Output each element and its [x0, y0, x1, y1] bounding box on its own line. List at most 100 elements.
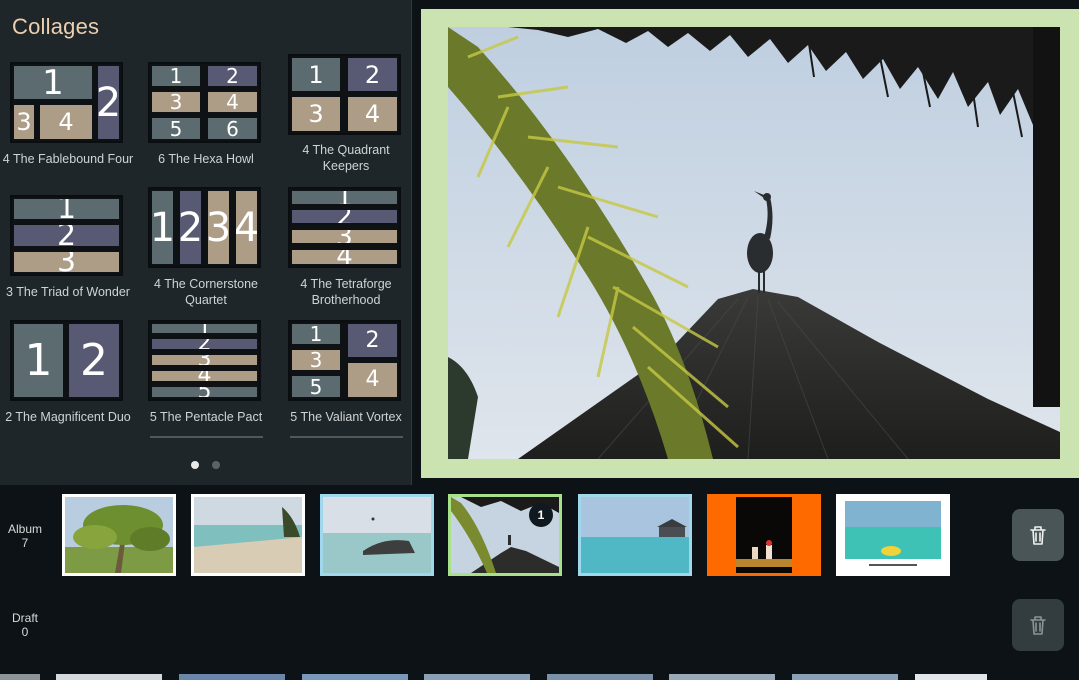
- rocky-shore-image: [323, 497, 431, 573]
- collage-cell: 1: [292, 324, 340, 344]
- collage-cell: 1: [152, 324, 257, 333]
- collage-cell: 5: [152, 387, 257, 397]
- album-strip-area: Album 7 1 Draft 0: [0, 486, 1079, 680]
- collage-cell: 1: [152, 66, 200, 86]
- collage-cell: 4: [236, 191, 257, 264]
- collage-label: 4 The Quadrant Keepers: [302, 143, 390, 173]
- bottom-strip-item[interactable]: [56, 674, 162, 680]
- collage-cell: 1: [14, 66, 92, 99]
- delete-album-photo-button[interactable]: [1012, 509, 1064, 561]
- collage-tile-pentacle-pact[interactable]: 1 2 3 4 5 5 The Pentacle Pact: [138, 320, 274, 446]
- kayak-image: [839, 497, 947, 573]
- album-photo-5[interactable]: [578, 494, 692, 576]
- collage-cell: 1: [292, 58, 340, 91]
- draft-count: 0: [21, 625, 29, 639]
- collage-label: 5 The Pentacle Pact: [149, 410, 263, 424]
- collage-cell: 5: [292, 376, 340, 397]
- album-row-label: Album 7: [0, 522, 50, 550]
- collage-thumbnail: 1 2: [10, 320, 123, 401]
- collage-tile-quadrant-keepers[interactable]: 1 2 3 4 4 The Quadrant Keepers: [278, 54, 414, 180]
- page-dot-1[interactable]: [191, 461, 199, 469]
- collage-cell: 4: [292, 250, 397, 264]
- collage-cell: 1: [292, 191, 397, 204]
- collage-cell: 3: [14, 105, 34, 139]
- collage-tile-triad-of-wonder[interactable]: 1 2 3 3 The Triad of Wonder: [0, 195, 136, 321]
- collage-cell: 3: [292, 230, 397, 243]
- preview-photo[interactable]: [448, 27, 1060, 459]
- page-dot-2[interactable]: [212, 461, 220, 469]
- album-photo-2[interactable]: [191, 494, 305, 576]
- bottom-strip-item[interactable]: [915, 674, 987, 680]
- collage-cell: 2: [152, 339, 257, 349]
- bottom-strip-item[interactable]: [792, 674, 898, 680]
- collage-cell: 2: [348, 58, 397, 91]
- collage-cell: 1: [14, 199, 119, 219]
- collage-cell: 6: [208, 118, 257, 139]
- app-root: Collages 1 2 3 4 4 The Fablebound Four 1…: [0, 0, 1079, 680]
- palm-tree-image: [65, 497, 173, 573]
- bottom-strip-item[interactable]: [669, 674, 775, 680]
- collages-panel: Collages 1 2 3 4 4 The Fablebound Four 1…: [0, 0, 412, 485]
- collage-thumbnail: 1 2 3 4: [288, 187, 401, 268]
- collage-cell: 1: [14, 324, 63, 397]
- water-villa-image: [581, 497, 689, 573]
- scroll-edge: [290, 436, 403, 438]
- heron-on-thatched-roof-image: [448, 27, 1060, 459]
- collage-label: 2 The Magnificent Duo: [5, 410, 131, 424]
- collage-cell: 3: [14, 252, 119, 272]
- collage-label: 4 The Tetraforge Brotherhood: [300, 277, 392, 307]
- collage-thumbnail: 1 2 3 4 5: [148, 320, 261, 401]
- collage-cell: 2: [348, 324, 397, 357]
- collage-cell: 2: [14, 225, 119, 246]
- bottom-strip-item[interactable]: [0, 674, 40, 680]
- collage-label: 6 The Hexa Howl: [158, 152, 254, 166]
- collage-label: 4 The Fablebound Four: [2, 152, 134, 166]
- collage-tile-cornerstone-quartet[interactable]: 1 2 3 4 4 The Cornerstone Quartet: [138, 187, 274, 313]
- collage-cell: 5: [152, 118, 200, 139]
- draft-label: Draft: [11, 611, 38, 625]
- collage-cell: 3: [152, 355, 257, 365]
- collage-cell: 2: [180, 191, 201, 264]
- album-photo-3[interactable]: [320, 494, 434, 576]
- collage-label: 5 The Valiant Vortex: [290, 410, 402, 424]
- bottom-strip-item[interactable]: [302, 674, 408, 680]
- album-photo-1[interactable]: [62, 494, 176, 576]
- collage-thumbnail: 1 2 3 4: [148, 187, 261, 268]
- collage-tile-magnificent-duo[interactable]: 1 2 2 The Magnificent Duo: [0, 320, 136, 446]
- collage-label: 3 The Triad of Wonder: [6, 285, 130, 299]
- collage-cell: 2: [292, 210, 397, 223]
- beach-image: [194, 497, 302, 573]
- collage-thumbnail: 1 2 3 4: [10, 62, 123, 143]
- collage-tile-hexa-howl[interactable]: 1 2 3 4 5 6 6 The Hexa Howl: [138, 62, 274, 188]
- collage-thumbnail: 1 2 3: [10, 195, 123, 276]
- bottom-strip-item[interactable]: [547, 674, 653, 680]
- bottom-strip-item[interactable]: [424, 674, 530, 680]
- collage-cell: 4: [208, 92, 257, 112]
- album-photo-6[interactable]: [707, 494, 821, 576]
- collage-cell: 1: [152, 191, 173, 264]
- draft-row-label: Draft 0: [0, 611, 50, 639]
- collage-cell: 2: [208, 66, 257, 86]
- album-photo-4-selected[interactable]: 1: [448, 494, 562, 576]
- collage-thumbnail: 1 2 3 4 5: [288, 320, 401, 401]
- collage-cell: 3: [208, 191, 229, 264]
- collage-cell: 4: [348, 97, 397, 131]
- album-photo-7[interactable]: [836, 494, 950, 576]
- collage-thumbnail: 1 2 3 4: [288, 54, 401, 135]
- trash-icon: [1030, 616, 1046, 635]
- collage-tile-fablebound-four[interactable]: 1 2 3 4 4 The Fablebound Four: [0, 62, 136, 188]
- collages-title: Collages: [12, 14, 100, 39]
- collage-tile-tetraforge-brotherhood[interactable]: 1 2 3 4 4 The Tetraforge Brotherhood: [278, 187, 414, 313]
- album-count: 7: [21, 536, 29, 550]
- album-label: Album: [7, 522, 42, 536]
- collage-cell: 2: [69, 324, 119, 397]
- page-indicator[interactable]: [191, 461, 220, 469]
- collage-tile-valiant-vortex[interactable]: 1 2 3 4 5 5 The Valiant Vortex: [278, 320, 414, 446]
- collage-cell: 3: [292, 97, 340, 131]
- collage-cell: 4: [348, 363, 397, 397]
- bottom-strip-item[interactable]: [179, 674, 285, 680]
- delete-draft-button[interactable]: [1012, 599, 1064, 651]
- trash-icon: [1030, 526, 1046, 545]
- collage-cell: 4: [40, 105, 92, 139]
- stage-performance-image: [710, 497, 818, 573]
